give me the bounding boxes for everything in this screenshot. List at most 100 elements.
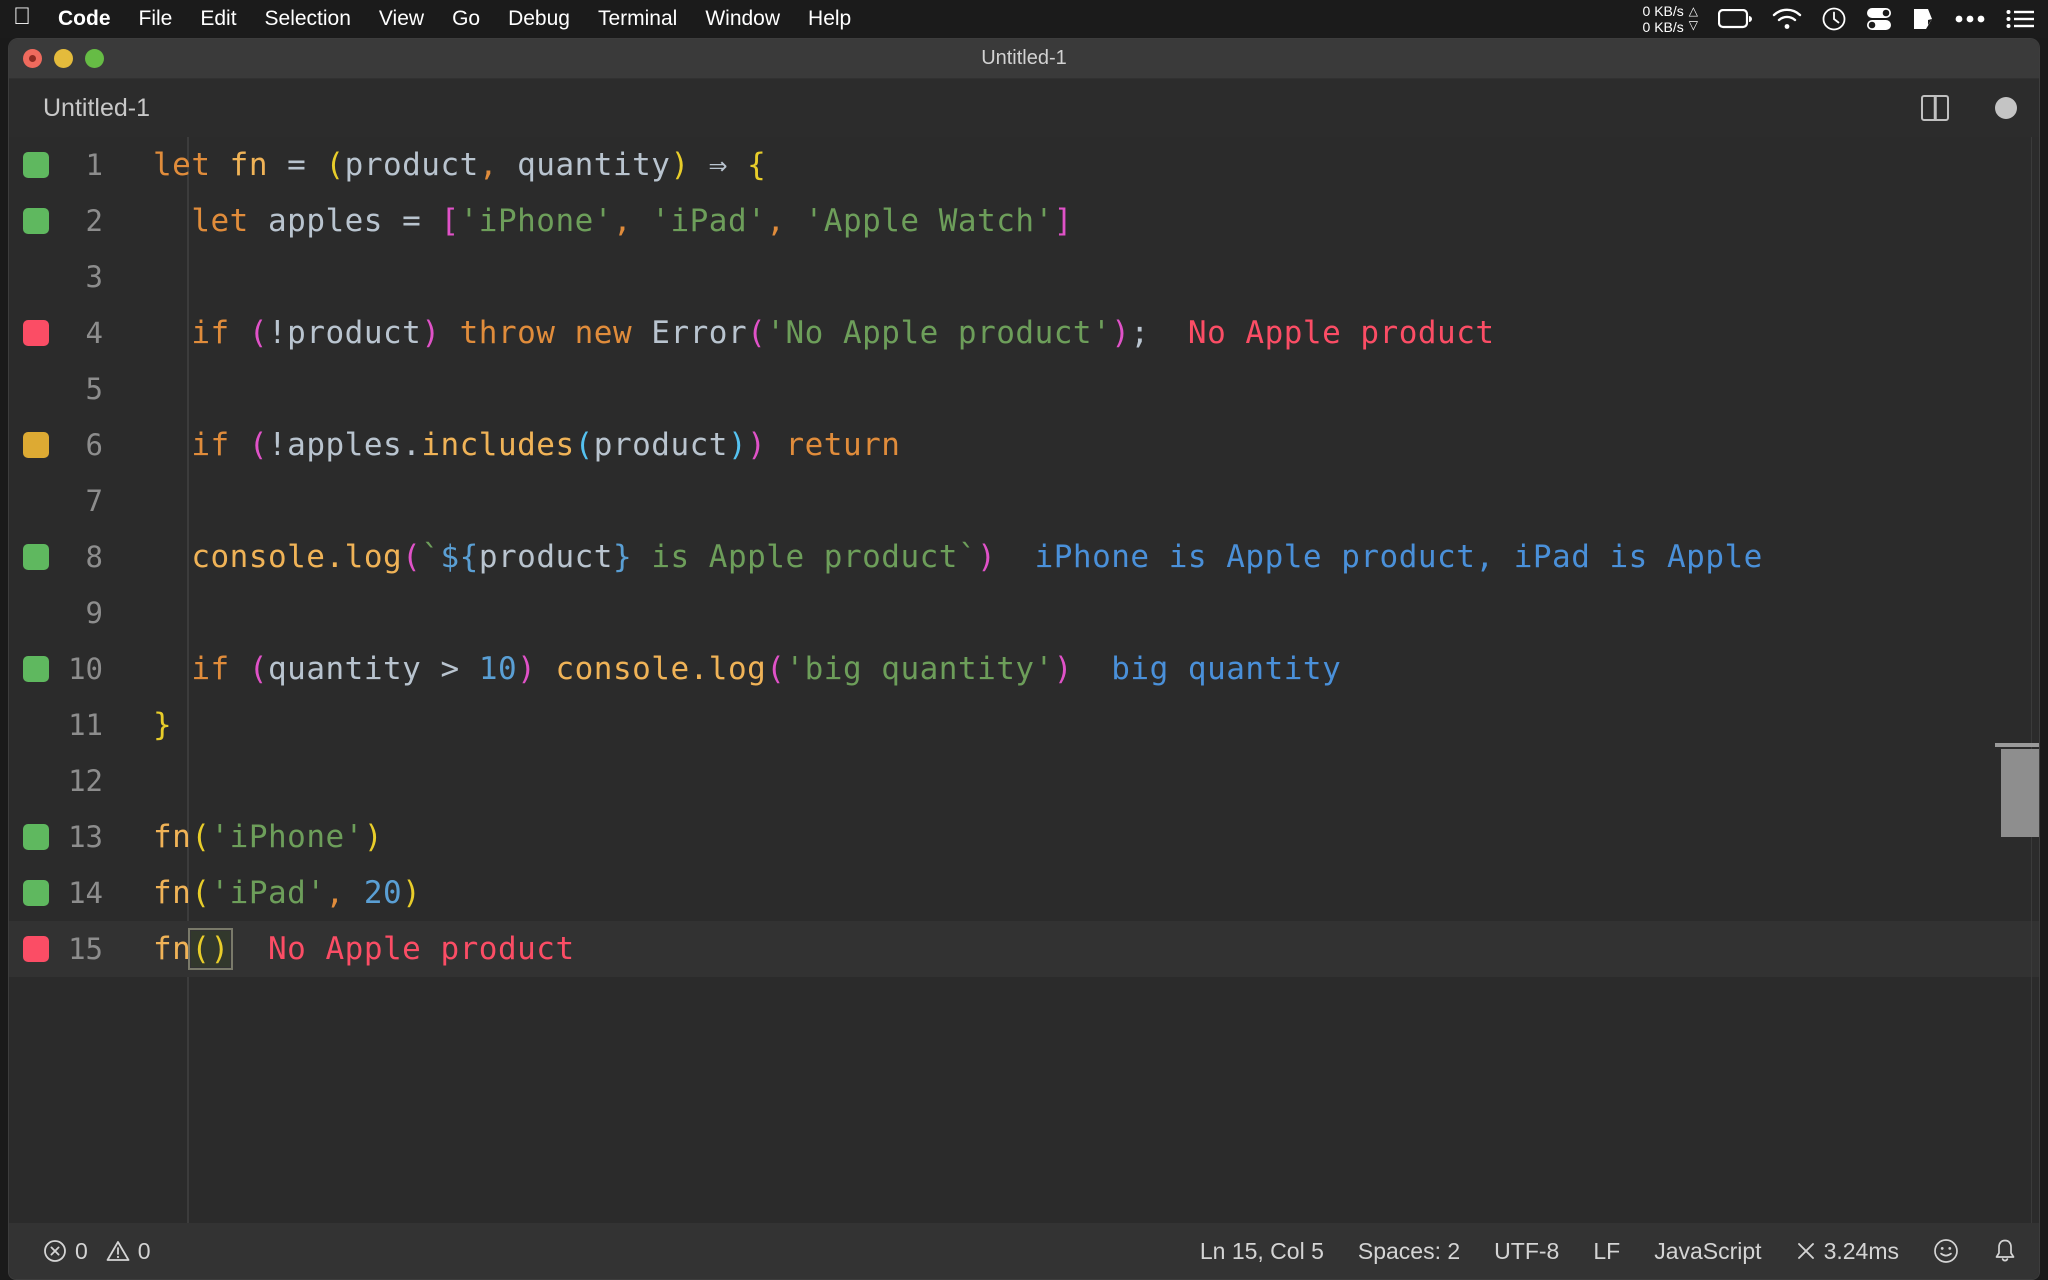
toggles-icon[interactable] <box>1866 7 1892 31</box>
token-number: 10 <box>479 651 517 687</box>
token-string: 'big quantity' <box>785 651 1053 687</box>
menu-item-terminal[interactable]: Terminal <box>584 0 691 38</box>
battery-icon[interactable] <box>1718 9 1752 29</box>
editor-line[interactable]: 10 if (quantity > 10) console.log('big q… <box>9 641 2039 697</box>
editor-line[interactable]: 8 console.log(`${product} is Apple produ… <box>9 529 2039 585</box>
editor-line[interactable]: 6 if (!apples.includes(product)) return <box>9 417 2039 473</box>
menu-item-view[interactable]: View <box>365 0 438 38</box>
error-count: 0 <box>75 1238 88 1265</box>
editor-line[interactable]: 12 <box>9 753 2039 809</box>
run-time-indicator[interactable]: 3.24ms <box>1796 1238 1899 1265</box>
editor-line[interactable]: 14 fn('iPad', 20) <box>9 865 2039 921</box>
line-content[interactable]: let apples = ['iPhone', 'iPad', 'Apple W… <box>125 203 1073 239</box>
ellipsis-icon[interactable] <box>1954 14 1986 24</box>
gutter-marker-amber[interactable] <box>23 432 49 458</box>
status-bar-right: Ln 15, Col 5 Spaces: 2 UTF-8 LF JavaScri… <box>1200 1238 2017 1265</box>
line-content[interactable]: if (!product) throw new Error('No Apple … <box>125 315 1495 351</box>
menu-item-edit[interactable]: Edit <box>186 0 250 38</box>
editor-line[interactable]: 5 <box>9 361 2039 417</box>
editor-line[interactable]: 9 <box>9 585 2039 641</box>
token-bracket: ] <box>1054 203 1073 239</box>
menu-bar-tray: 0 KB/s 0 KB/s △ ▽ <box>1643 0 2048 38</box>
token-keyword: let <box>191 203 249 239</box>
editor-line[interactable]: 3 <box>9 249 2039 305</box>
menu-item-go[interactable]: Go <box>438 0 494 38</box>
gutter-marker-green[interactable] <box>23 544 49 570</box>
line-content[interactable]: if (!apples.includes(product)) return <box>125 427 900 463</box>
scrollbar-thumb[interactable] <box>2001 749 2039 837</box>
line-content[interactable]: fn('iPad', 20) <box>125 875 421 911</box>
tab-untitled-1[interactable]: Untitled-1 <box>43 94 150 123</box>
inline-annotation-info: iPhone is Apple product, iPad is Apple <box>1035 539 1763 575</box>
token-paren: ) <box>670 147 689 183</box>
menu-item-debug[interactable]: Debug <box>494 0 584 38</box>
status-bar: 0 0 Ln 15, Col 5 Spaces: 2 UTF-8 LF Java… <box>9 1223 2039 1279</box>
wifi-icon[interactable] <box>1772 8 1802 30</box>
editor-line-active[interactable]: 15 fn() No Apple product <box>9 921 2039 977</box>
window-titlebar: Untitled-1 <box>9 39 2039 79</box>
split-editor-icon[interactable] <box>1921 95 1949 121</box>
indentation-setting[interactable]: Spaces: 2 <box>1358 1238 1460 1265</box>
token-paren: ) <box>1111 315 1130 351</box>
menu-item-help[interactable]: Help <box>794 0 865 38</box>
token-semicolon: ; <box>1130 315 1149 351</box>
unsaved-changes-dot[interactable] <box>1995 97 2017 119</box>
editor-line[interactable]: 13 fn('iPhone') <box>9 809 2039 865</box>
cursor-position[interactable]: Ln 15, Col 5 <box>1200 1238 1324 1265</box>
token-object: console <box>191 539 325 575</box>
gutter-marker-red[interactable] <box>23 936 49 962</box>
encoding-setting[interactable]: UTF-8 <box>1494 1238 1559 1265</box>
tab-bar-actions <box>1921 95 2017 121</box>
editor-line[interactable]: 2 let apples = ['iPhone', 'iPad', 'Apple… <box>9 193 2039 249</box>
token-string: 'iPad' <box>632 203 766 239</box>
token-comma: , <box>325 875 344 911</box>
menu-item-window[interactable]: Window <box>691 0 794 38</box>
menu-item-code[interactable]: Code <box>44 0 125 38</box>
token-object: console <box>536 651 689 687</box>
error-circle-icon <box>43 1239 67 1263</box>
gutter-marker-green[interactable] <box>23 152 49 178</box>
editor-line[interactable]: 1 let fn = (product, quantity) ⇒ { <box>9 137 2039 193</box>
bell-icon[interactable] <box>1993 1238 2017 1264</box>
line-ending-setting[interactable]: LF <box>1593 1238 1620 1265</box>
token-paren: ) <box>517 651 536 687</box>
token-identifier: !product <box>268 315 421 351</box>
line-content[interactable]: console.log(`${product} is Apple product… <box>125 539 1763 575</box>
line-content[interactable]: let fn = (product, quantity) ⇒ { <box>125 147 766 183</box>
apple-logo-icon[interactable]:  <box>0 5 44 33</box>
line-content[interactable]: fn() No Apple product <box>125 931 575 967</box>
token-identifier: apples <box>249 203 402 239</box>
token-operator: > <box>440 651 478 687</box>
gutter-marker-red[interactable] <box>23 320 49 346</box>
clock-icon[interactable] <box>1822 7 1846 31</box>
token-paren: ) <box>402 875 421 911</box>
line-content[interactable]: if (quantity > 10) console.log('big quan… <box>125 651 1341 687</box>
download-speed-label: 0 KB/s <box>1643 19 1684 35</box>
editor-scrollbar[interactable] <box>2031 137 2039 1223</box>
gutter-marker-green[interactable] <box>23 824 49 850</box>
smiley-icon[interactable] <box>1933 1238 1959 1264</box>
editor-line[interactable]: 7 <box>9 473 2039 529</box>
shape-icon[interactable] <box>1912 7 1934 31</box>
gutter-marker-green[interactable] <box>23 880 49 906</box>
editor-line[interactable]: 4 if (!product) throw new Error('No Appl… <box>9 305 2039 361</box>
download-arrow-icon: ▽ <box>1689 19 1698 33</box>
token-method: log <box>709 651 767 687</box>
code-editor[interactable]: 1 let fn = (product, quantity) ⇒ { 2 let… <box>9 137 2039 1223</box>
list-icon[interactable] <box>2006 9 2034 29</box>
gutter-marker-green[interactable] <box>23 208 49 234</box>
menu-item-file[interactable]: File <box>125 0 187 38</box>
line-content[interactable]: fn('iPhone') <box>125 819 383 855</box>
gutter-marker-green[interactable] <box>23 656 49 682</box>
token-string: 'No Apple product' <box>766 315 1111 351</box>
menu-item-selection[interactable]: Selection <box>251 0 365 38</box>
token-method: log <box>345 539 403 575</box>
token-string: is Apple product <box>632 539 958 575</box>
network-speed-indicator[interactable]: 0 KB/s 0 KB/s △ ▽ <box>1643 3 1698 35</box>
problems-indicator[interactable]: 0 0 <box>43 1238 151 1265</box>
window-title: Untitled-1 <box>9 47 2039 70</box>
language-mode[interactable]: JavaScript <box>1654 1238 1761 1265</box>
line-content[interactable]: } <box>125 707 172 743</box>
token-param: quantity <box>498 147 670 183</box>
editor-line[interactable]: 11 } <box>9 697 2039 753</box>
